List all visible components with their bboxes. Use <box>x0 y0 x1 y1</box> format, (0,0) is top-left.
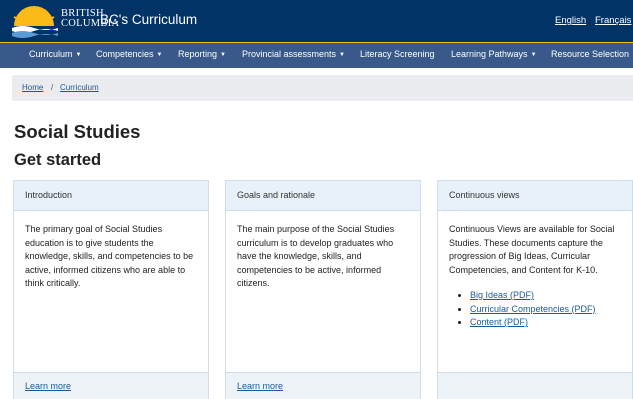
section-title: Get started <box>14 151 102 169</box>
card-continuous-views: Continuous views Continuous Views are av… <box>437 180 633 399</box>
pdf-link-list: Big Ideas (PDF) Curricular Competencies … <box>449 289 622 330</box>
sun-logo-icon <box>12 6 58 38</box>
chevron-down-icon: ▼ <box>156 52 163 58</box>
english-link[interactable]: English <box>555 15 586 26</box>
list-item: Content (PDF) <box>470 316 622 330</box>
breadcrumb-home[interactable]: Home <box>22 83 43 92</box>
nav-literacy-screening[interactable]: Literacy Screening <box>360 49 435 59</box>
list-item: Big Ideas (PDF) <box>470 289 622 303</box>
breadcrumb: Home / Curriculum <box>12 75 633 101</box>
main-nav: Curriculum ▼ Competencies ▼ Reporting ▼ Pro… <box>0 42 633 68</box>
page-title: Social Studies <box>14 121 141 142</box>
nav-learning-pathways[interactable]: Learning Pathways ▼ <box>451 49 537 59</box>
card-footer <box>438 372 632 399</box>
card-footer: Learn more <box>14 372 208 399</box>
card-introduction: Introduction The primary goal of Social … <box>13 180 209 399</box>
card-title: Introduction <box>14 181 208 211</box>
nav-reporting[interactable]: Reporting ▼ <box>178 49 226 59</box>
card-title: Continuous views <box>438 181 632 211</box>
learn-more-link[interactable]: Learn more <box>25 381 71 391</box>
card-content: Continuous Views are available for Socia… <box>438 211 632 330</box>
breadcrumb-separator: / <box>51 83 54 92</box>
curricular-competencies-pdf-link[interactable]: Curricular Competencies (PDF) <box>470 304 596 314</box>
learn-more-link[interactable]: Learn more <box>237 381 283 391</box>
chevron-down-icon: ▼ <box>220 52 226 58</box>
card-text: The primary goal of Social Studies educa… <box>25 224 194 288</box>
card-text: The main purpose of the Social Studies c… <box>237 224 395 288</box>
content-pdf-link[interactable]: Content (PDF) <box>470 317 528 327</box>
nav-curriculum[interactable]: Curriculum ▼ <box>29 49 81 59</box>
nav-competencies[interactable]: Competencies ▼ <box>96 49 162 59</box>
site-header: BRITISH COLUMBIA BC's Curriculum English… <box>0 0 633 42</box>
card-goals-and-rationale: Goals and rationale The main purpose of … <box>225 180 421 399</box>
nav-resource-selection[interactable]: Resource Selection <box>551 49 629 59</box>
card-footer: Learn more <box>226 372 420 399</box>
card-text: Continuous Views are available for Socia… <box>449 224 615 275</box>
bc-logo[interactable]: BRITISH COLUMBIA <box>10 4 119 38</box>
big-ideas-pdf-link[interactable]: Big Ideas (PDF) <box>470 290 534 300</box>
breadcrumb-curriculum[interactable]: Curriculum <box>60 83 99 92</box>
list-item: Curricular Competencies (PDF) <box>470 303 622 317</box>
chevron-down-icon: ▼ <box>530 52 537 58</box>
nav-provincial-assessments[interactable]: Provincial assessments ▼ <box>242 49 345 59</box>
chevron-down-icon: ▼ <box>339 52 345 58</box>
site-title[interactable]: BC's Curriculum <box>100 12 197 27</box>
french-link[interactable]: Français <box>595 15 631 26</box>
chevron-down-icon: ▼ <box>75 52 82 58</box>
card-title: Goals and rationale <box>226 181 420 211</box>
